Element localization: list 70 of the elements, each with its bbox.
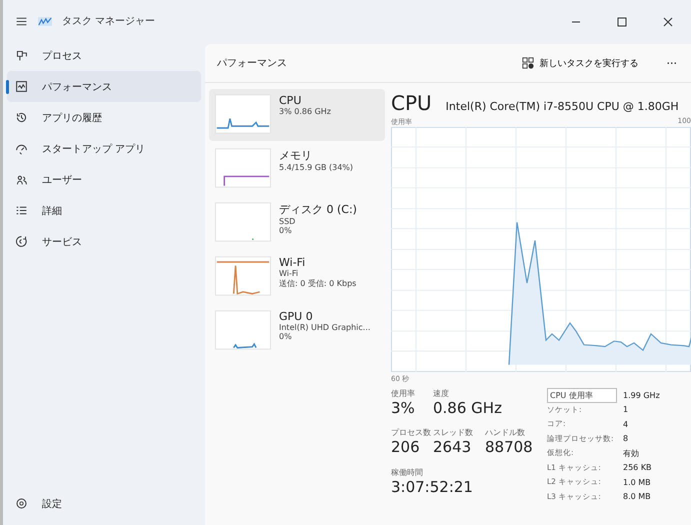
stat-label: ハンドル数 — [485, 427, 526, 438]
details-icon — [15, 204, 28, 217]
device-name: ディスク 0 (C:) — [279, 202, 357, 217]
stat-value: 3% — [391, 399, 416, 417]
device-item[interactable]: Wi-Fi Wi-Fi 送信: 0 受信: 0 Kbps — [209, 251, 385, 303]
device-stat: Wi-Fi — [279, 269, 300, 278]
new-task-icon — [522, 57, 534, 69]
spec-value: 8 — [623, 434, 628, 444]
stat-label: 使用率 — [391, 388, 416, 399]
stat-label: 稼働時間 — [391, 466, 424, 478]
mini-graph — [215, 310, 271, 350]
mini-graph — [215, 94, 271, 134]
nav-item[interactable]: ユーザー — [7, 164, 201, 195]
device-stat: SSD — [279, 217, 296, 226]
spec-value: 256 KB — [623, 463, 652, 472]
app-logo-icon — [38, 16, 52, 26]
settings-item[interactable]: 設定 — [7, 488, 201, 519]
nav-item[interactable]: サービス — [7, 226, 201, 257]
device-stat: 5.4/15.9 GB (34%) — [279, 163, 354, 172]
nav-item[interactable]: 詳細 — [7, 195, 201, 226]
users-icon — [15, 173, 28, 186]
detail-title: CPU — [391, 91, 432, 115]
device-item[interactable]: ディスク 0 (C:) SSD 0% — [209, 197, 385, 249]
mini-graph — [215, 202, 271, 242]
processes-icon — [15, 49, 28, 62]
cpu-model: Intel(R) Core(TM) i7-8550U CPU @ 1.80GH — [446, 100, 679, 113]
mini-graph — [215, 148, 271, 188]
stat-label: 速度 — [433, 388, 450, 399]
device-name: GPU 0 — [279, 310, 314, 323]
window-title: タスク マネージャー — [62, 15, 156, 28]
spec-value: 4 — [623, 420, 628, 429]
nav-item[interactable]: パフォーマンス — [7, 71, 201, 102]
device-stat: 3% 0.86 GHz — [279, 107, 332, 116]
spec-value: 1.0 MB — [623, 478, 651, 487]
spec-value: 有効 — [623, 448, 639, 459]
device-item[interactable]: GPU 0 Intel(R) UHD Graphic... 0% — [209, 305, 385, 357]
nav-item[interactable]: スタートアップ アプリ — [7, 133, 201, 164]
performance-icon — [15, 80, 28, 93]
mini-graph — [215, 256, 271, 296]
tooltip: CPU 使用率 — [547, 388, 617, 403]
device-stat: 0% — [279, 332, 293, 341]
run-task-button[interactable]: 新しいタスクを実行する — [516, 52, 644, 74]
stat-value: 88708 — [485, 438, 534, 456]
spec-value: 1.99 GHz — [623, 390, 660, 400]
device-name: CPU — [279, 94, 302, 107]
device-name: Wi-Fi — [279, 256, 306, 269]
close-icon[interactable] — [663, 17, 673, 27]
more-button[interactable]: ··· — [662, 54, 681, 72]
stat-value: 2643 — [433, 438, 472, 456]
nav-item[interactable]: アプリの履歴 — [7, 102, 201, 133]
stat-value: 206 — [391, 438, 421, 456]
settings-icon — [15, 497, 28, 510]
device-stat: Intel(R) UHD Graphic... — [279, 323, 370, 332]
device-stat: 0% — [279, 226, 293, 235]
stat-label: プロセス数 — [391, 427, 432, 438]
nav-item[interactable]: プロセス — [7, 40, 201, 71]
device-stat: 送信: 0 受信: 0 Kbps — [279, 278, 356, 289]
stat-label: スレッド数 — [433, 427, 474, 438]
device-item[interactable]: CPU 3% 0.86 GHz — [209, 89, 385, 141]
page-title: パフォーマンス — [217, 57, 288, 70]
device-name: メモリ — [279, 148, 313, 163]
spec-value: 8.0 MB — [623, 492, 651, 502]
stat-value: 0.86 GHz — [433, 399, 503, 417]
maximize-icon[interactable] — [617, 17, 627, 27]
device-item[interactable]: メモリ 5.4/15.9 GB (34%) — [209, 143, 385, 195]
services-icon — [15, 235, 28, 248]
stat-value: 3:07:52:21 — [391, 478, 474, 496]
history-icon — [15, 111, 28, 124]
spec-value: 1 — [623, 405, 628, 414]
startup-icon — [15, 142, 28, 155]
